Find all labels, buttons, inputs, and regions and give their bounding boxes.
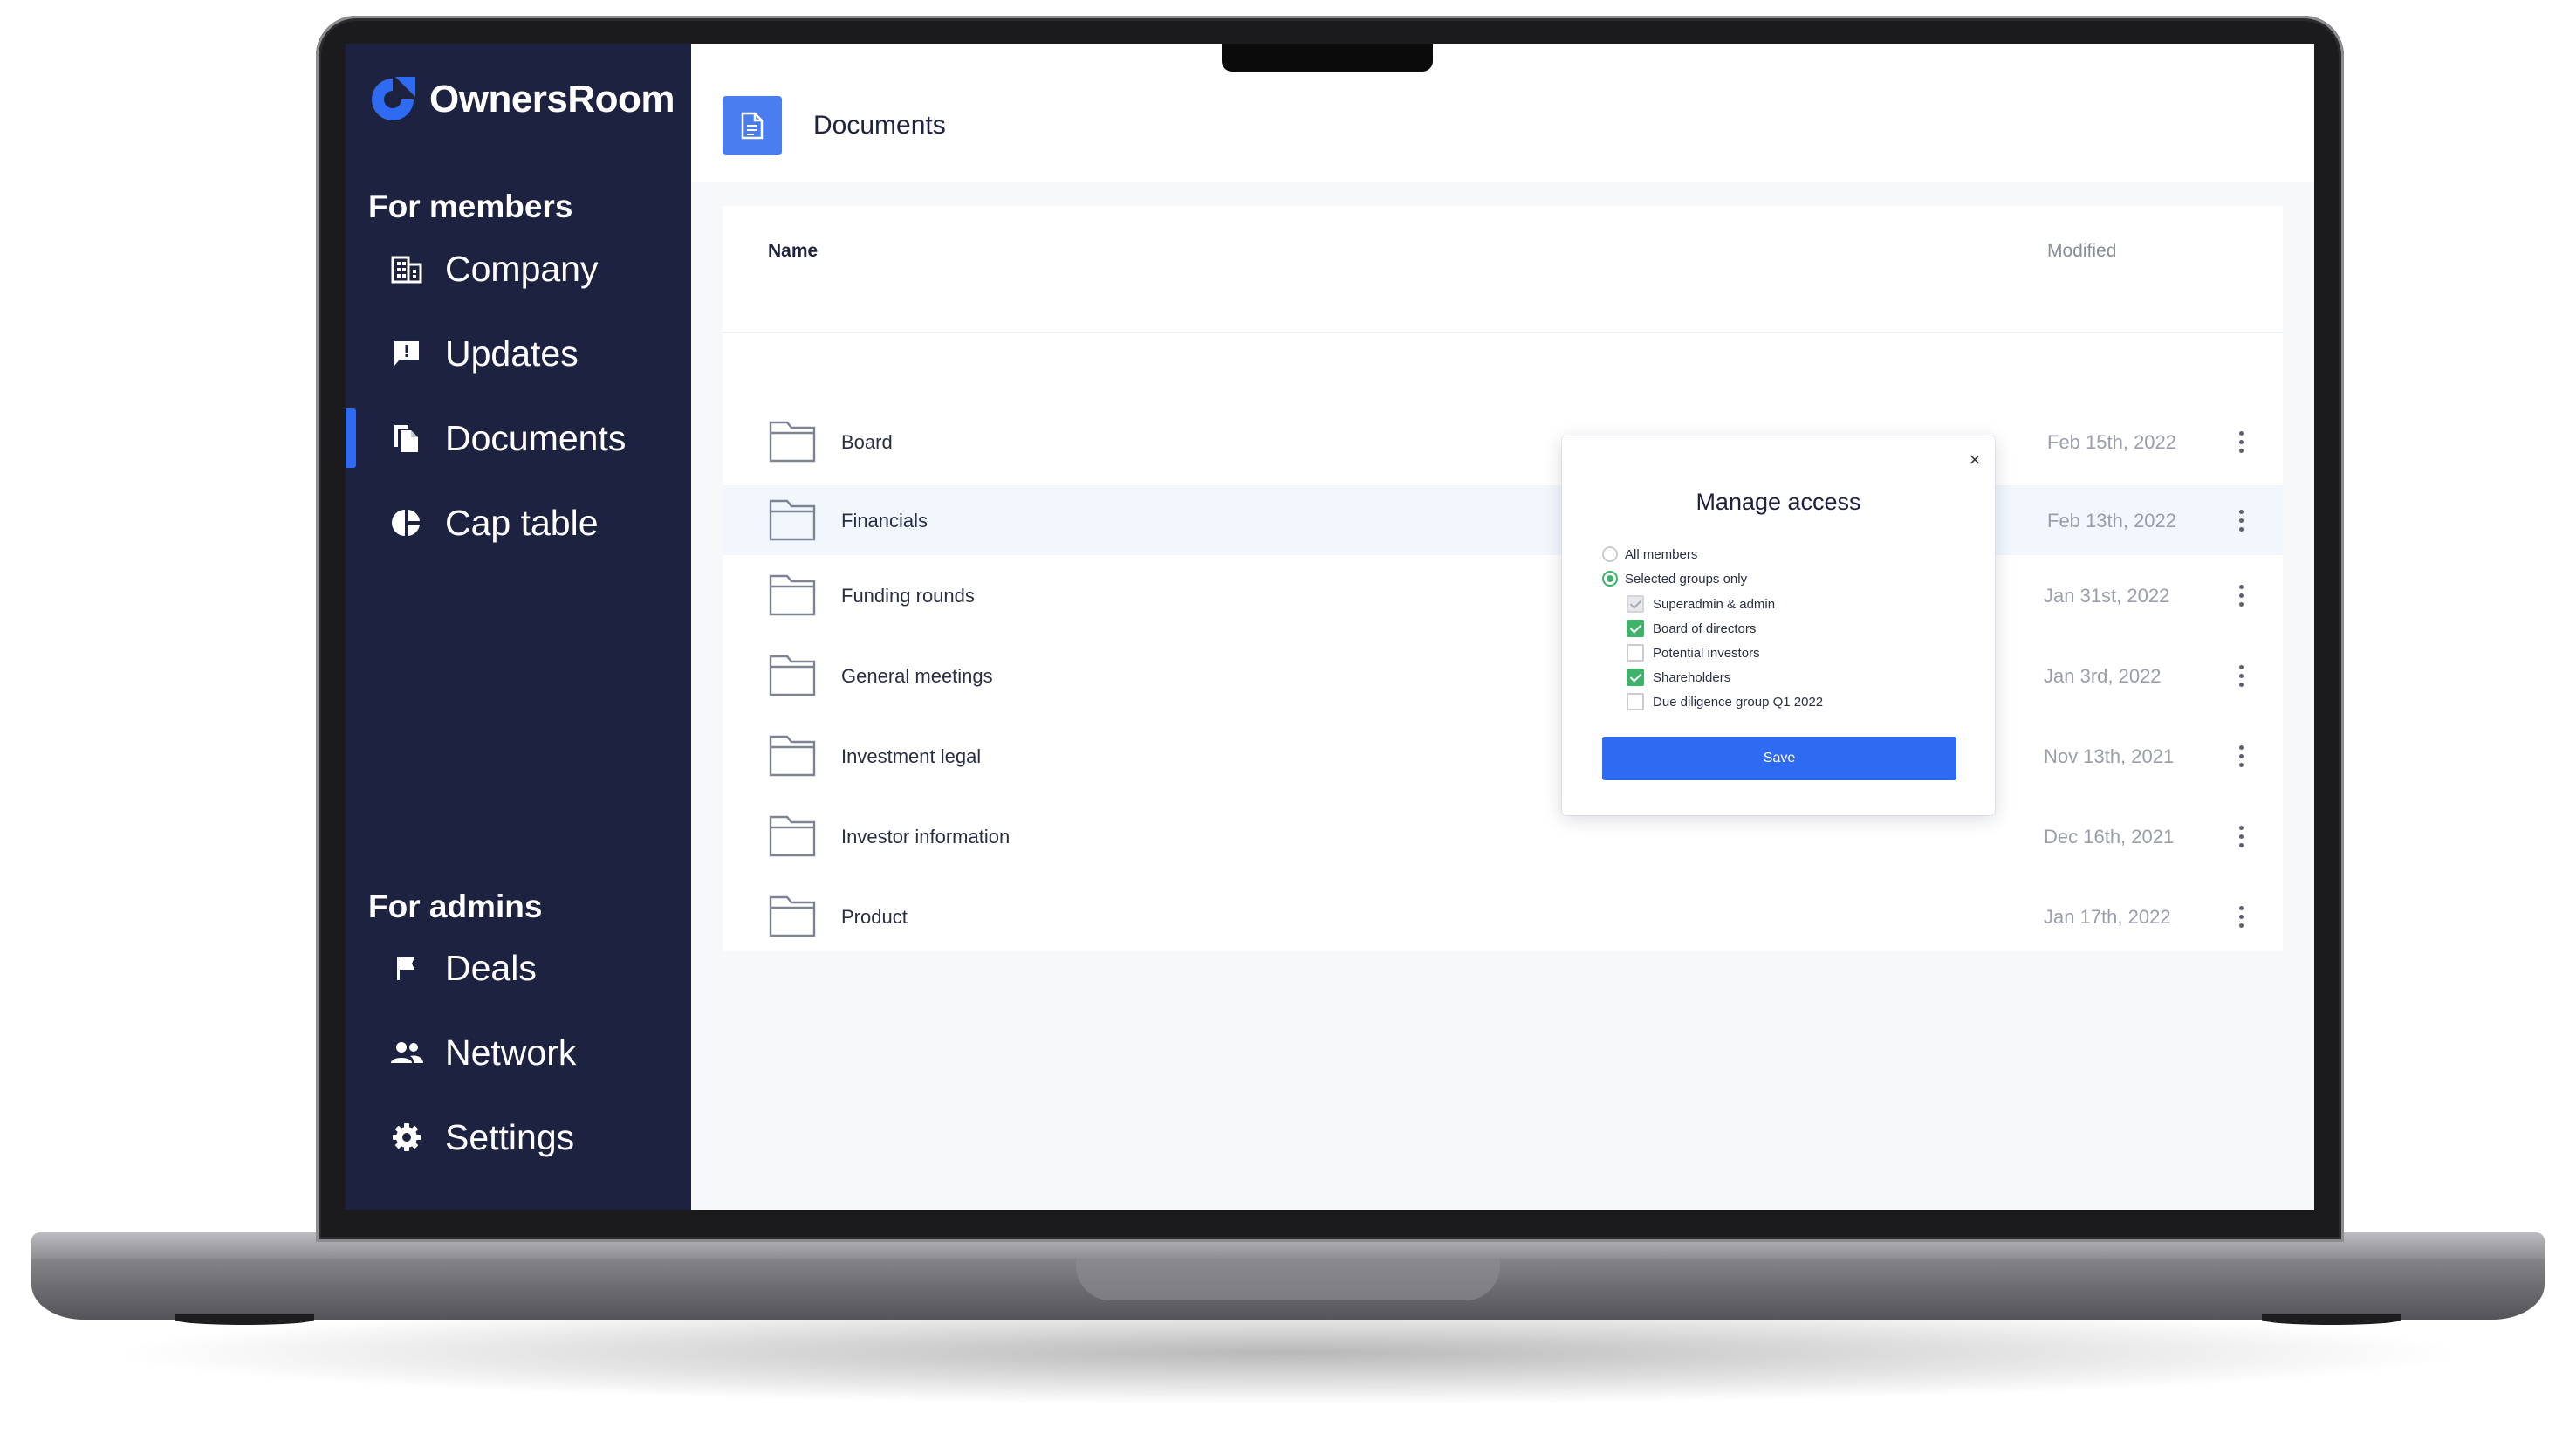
sidebar-item-label: Updates [445,333,579,374]
manage-access-dialog: × Manage access All members Selected gro… [1562,436,1995,815]
camera-notch [1222,44,1433,72]
owners-room-logo-icon [372,77,415,120]
radio-label: All members [1625,546,1698,562]
table-row[interactable]: Financials Feb 13th, 2022 [723,485,2283,555]
laptop-foot-right [2262,1314,2401,1325]
table-row[interactable]: General meetings Jan 3rd, 2022 [723,641,2283,710]
laptop-foot-left [175,1314,314,1325]
radio-all-members[interactable]: All members [1602,546,1697,562]
sidebar-item-company[interactable]: Company [346,234,691,304]
folder-name[interactable]: Product [841,906,908,929]
table-row[interactable]: Board Feb 15th, 2022 [723,407,2283,477]
folder-name[interactable]: Financials [841,510,928,532]
more-options-icon[interactable] [2230,738,2251,773]
radio-button[interactable] [1602,571,1618,587]
sidebar-item-label: Company [445,248,599,289]
checkbox[interactable] [1627,620,1644,637]
checkbox-label: Potential investors [1653,645,1760,661]
sidebar-item-cap-table[interactable]: Cap table [346,488,691,558]
more-options-icon[interactable] [2230,578,2251,613]
table-row[interactable]: Investor information Dec 16th, 2021 [723,801,2283,871]
header-divider [723,332,2283,333]
page-header: Documents [691,44,2314,182]
checkbox-label: Due diligence group Q1 2022 [1653,694,1824,710]
more-options-icon[interactable] [2230,819,2251,854]
modified-date: Nov 13th, 2021 [2044,745,2175,767]
modified-date: Jan 31st, 2022 [2044,585,2170,607]
sidebar-item-label: Network [445,1032,577,1073]
building-icon [389,251,424,286]
app-screen: OwnersRoom For members Company Updates D… [346,44,2314,1210]
dialog-title: Manage access [1696,489,1861,515]
modified-date: Jan 17th, 2022 [2044,906,2171,928]
folder-name[interactable]: Board [841,431,893,454]
feedback-icon [389,336,424,371]
radio-selected-groups[interactable]: Selected groups only [1602,571,1747,587]
checkbox[interactable] [1627,595,1644,613]
radio-button[interactable] [1602,546,1618,562]
table-row[interactable]: Funding rounds Jan 31st, 2022 [723,560,2283,630]
gear-icon [389,1120,424,1155]
sidebar-item-updates[interactable]: Updates [346,319,691,388]
sidebar-item-label: Cap table [445,502,599,543]
column-header-modified[interactable]: Modified [2047,241,2116,262]
sidebar-item-deals[interactable]: Deals [346,933,691,1003]
laptop-thumb-notch [1076,1259,1500,1300]
sidebar-item-label: Deals [445,947,537,988]
sidebar-item-label: Documents [445,417,627,458]
members-section-title: For members [368,189,573,224]
documents-table: Name Modified Board Feb 15th, 2022 Finan… [723,206,2283,885]
folder-name[interactable]: General meetings [841,665,993,688]
pie-chart-icon [389,505,424,540]
checkbox-label: Board of directors [1653,621,1757,636]
folder-name[interactable]: Funding rounds [841,585,975,607]
save-button[interactable]: Save [1602,737,1956,780]
modified-date: Feb 13th, 2022 [2047,510,2177,532]
folder-name[interactable]: Investment legal [841,745,981,768]
document-icon [723,96,782,155]
folder-icon [769,574,816,616]
folder-icon [769,735,816,777]
checkbox[interactable] [1627,669,1644,686]
folder-icon [769,499,816,541]
sidebar-item-network[interactable]: Network [346,1018,691,1088]
checkbox-superadmin-admin[interactable]: Superadmin & admin [1627,595,1775,613]
modified-date: Feb 15th, 2022 [2047,431,2177,453]
more-options-icon[interactable] [2230,424,2251,459]
table-row[interactable]: Investment legal Nov 13th, 2021 [723,721,2283,791]
folder-icon [769,655,816,696]
brand-logo[interactable]: OwnersRoom [367,73,675,126]
checkbox[interactable] [1627,644,1644,662]
sidebar-item-label: Settings [445,1116,575,1157]
sidebar-item-documents[interactable]: Documents [346,403,691,473]
checkbox-shareholders[interactable]: Shareholders [1627,669,1730,686]
brand-name: OwnersRoom [429,78,675,120]
modified-date: Jan 3rd, 2022 [2044,665,2162,687]
radio-label: Selected groups only [1625,571,1748,587]
sidebar-item-settings[interactable]: Settings [346,1102,691,1172]
checkbox-label: Shareholders [1653,669,1731,685]
page-title: Documents [813,111,946,140]
folder-icon [769,895,816,937]
more-options-icon[interactable] [2230,658,2251,693]
checkbox-due-diligence-group[interactable]: Due diligence group Q1 2022 [1627,693,1823,710]
modified-date: Dec 16th, 2021 [2044,826,2175,847]
checkbox-board-of-directors[interactable]: Board of directors [1627,620,1756,637]
folder-icon [769,815,816,857]
admins-section-title: For admins [368,889,543,924]
flag-icon [389,950,424,985]
checkbox[interactable] [1627,693,1644,710]
documents-icon [389,421,424,456]
column-header-name[interactable]: Name [768,241,818,262]
checkbox-label: Superadmin & admin [1653,596,1776,612]
checkbox-potential-investors[interactable]: Potential investors [1627,644,1760,662]
folder-name[interactable]: Investor information [841,826,1010,848]
people-icon [389,1035,424,1070]
sidebar: OwnersRoom For members Company Updates D… [346,44,691,1210]
folder-icon [769,421,816,463]
table-row[interactable]: Product Jan 17th, 2022 [723,882,2283,951]
more-options-icon[interactable] [2230,899,2251,934]
more-options-icon[interactable] [2230,503,2251,538]
close-icon[interactable]: × [1963,449,1986,471]
